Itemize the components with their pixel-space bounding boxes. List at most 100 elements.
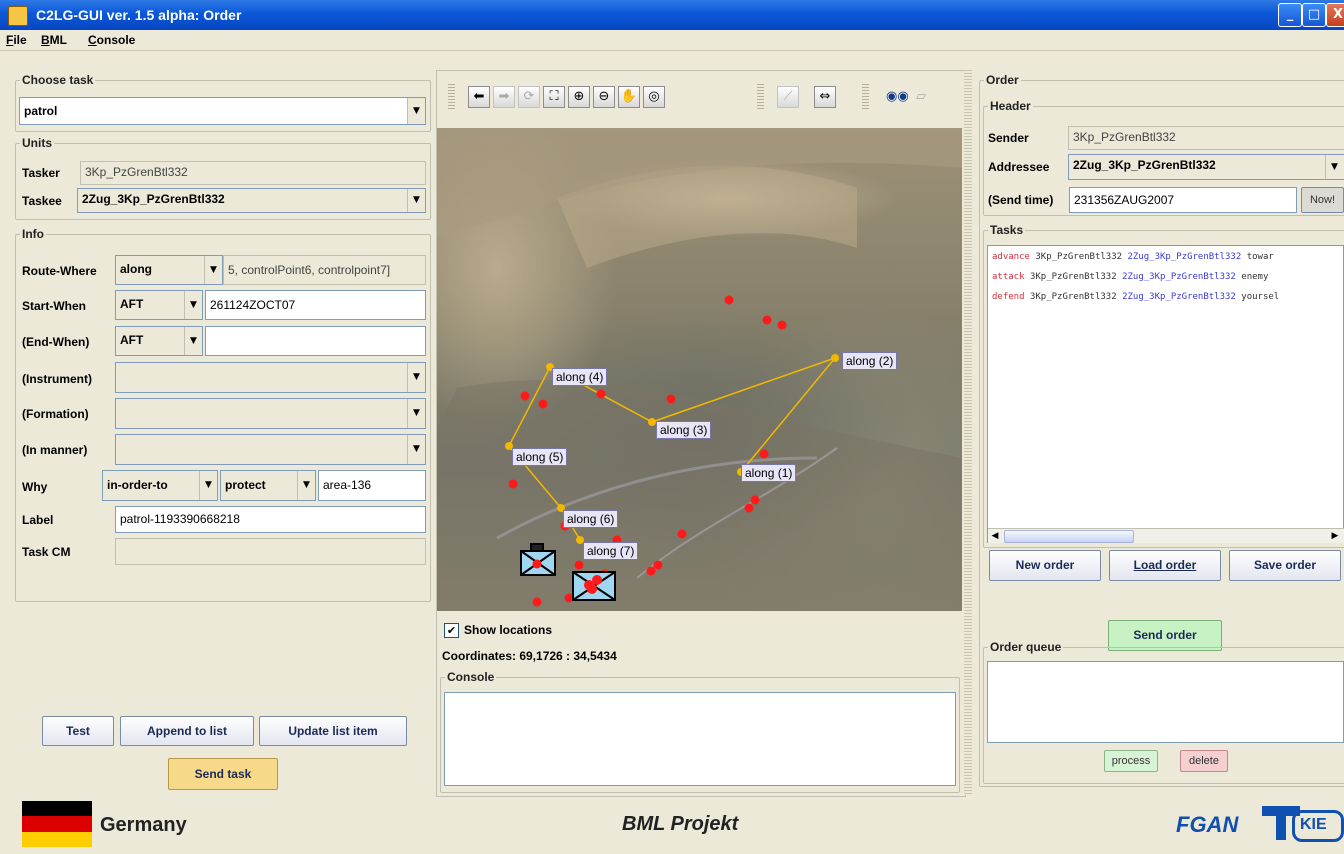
start-when-select[interactable]: AFT ▼ [115, 290, 203, 320]
start-when-select-value: AFT [120, 297, 144, 311]
order-queue-title: Order queue [988, 640, 1064, 654]
end-when-select[interactable]: AFT ▼ [115, 326, 203, 356]
scrollbar-thumb[interactable] [1004, 530, 1134, 543]
taskee-select[interactable]: 2Zug_3Kp_PzGrenBtl332 ▼ [77, 188, 426, 213]
why-select-2[interactable]: protect ▼ [220, 470, 316, 501]
send-task-button[interactable]: Send task [168, 758, 278, 790]
addressee-label: Addressee [988, 160, 1050, 174]
task-cm-field[interactable] [115, 538, 426, 565]
back-arrow-icon[interactable]: ⬅ [468, 86, 490, 108]
chevron-down-icon[interactable]: ▼ [199, 471, 217, 500]
toolbar-grip[interactable] [448, 84, 455, 110]
map-label-along-6[interactable]: along (6) [563, 510, 619, 528]
route-where-select-value: along [120, 262, 152, 276]
task-tasker: 3Kp_PzGrenBtl332 [1035, 252, 1123, 262]
map-label-along-4[interactable]: along (4) [552, 368, 608, 386]
chevron-down-icon[interactable]: ▼ [407, 363, 425, 392]
minimize-icon[interactable]: _ [1278, 3, 1302, 27]
maximize-icon[interactable]: □ [1302, 3, 1326, 27]
process-button[interactable]: process [1104, 750, 1158, 772]
why-select-1[interactable]: in-order-to ▼ [102, 470, 218, 501]
update-list-item-button[interactable]: Update list item [259, 716, 407, 746]
menu-console[interactable]: Console [88, 33, 135, 47]
zoom-in-icon[interactable]: ⊕ [568, 86, 590, 108]
task-select[interactable]: patrol ▼ [19, 97, 426, 125]
append-to-list-button[interactable]: Append to list [120, 716, 254, 746]
route-where-select[interactable]: along ▼ [115, 255, 223, 285]
addressee-select[interactable]: 2Zug_3Kp_PzGrenBtl332 ▼ [1068, 154, 1344, 180]
route-where-field[interactable]: 5, controlPoint6, controlpoint7] [223, 255, 426, 285]
why-field[interactable]: area-136 [318, 470, 426, 501]
sender-field: 3Kp_PzGrenBtl332 [1068, 126, 1344, 150]
task-select-value: patrol [24, 104, 58, 118]
save-order-button[interactable]: Save order [1229, 550, 1341, 581]
list-item[interactable]: attack 3Kp_PzGrenBtl332 2Zug_3Kp_PzGrenB… [992, 272, 1268, 282]
scroll-left-icon[interactable]: ◀ [988, 529, 1002, 543]
toolbar-grip[interactable] [862, 84, 869, 110]
in-manner-select[interactable]: ▼ [115, 434, 426, 465]
horizontal-scrollbar[interactable]: ◀ ▶ [988, 528, 1344, 543]
map-label-along-5[interactable]: along (5) [512, 448, 568, 466]
tasker-label: Tasker [22, 166, 60, 180]
menu-bar: File BML Console [0, 30, 1344, 51]
app-icon [8, 6, 28, 26]
chevron-down-icon[interactable]: ▼ [1325, 155, 1343, 179]
map-label-along-1[interactable]: along (1) [741, 464, 797, 482]
menu-bml[interactable]: BML [41, 33, 67, 47]
instrument-select[interactable]: ▼ [115, 362, 426, 393]
menu-file[interactable]: File [6, 33, 27, 47]
close-icon[interactable]: X [1326, 3, 1344, 27]
delete-button[interactable]: delete [1180, 750, 1228, 772]
new-order-button[interactable]: New order [989, 550, 1101, 581]
show-locations-checkbox[interactable]: ✔ [444, 623, 459, 638]
chevron-down-icon[interactable]: ▼ [407, 98, 425, 124]
eraser-icon: ▱ [916, 89, 926, 104]
refresh-icon: ⟳ [518, 86, 540, 108]
measure-icon: ⟋ [777, 86, 799, 108]
scroll-right-icon[interactable]: ▶ [1328, 529, 1342, 543]
zoom-out-icon[interactable]: ⊖ [593, 86, 615, 108]
task-taskee: 2Zug_3Kp_PzGrenBtl332 [1122, 292, 1236, 302]
map-label-along-2[interactable]: along (2) [842, 352, 898, 370]
chevron-down-icon[interactable]: ▼ [184, 327, 202, 355]
end-when-select-value: AFT [120, 333, 144, 347]
chevron-down-icon[interactable]: ▼ [407, 435, 425, 464]
end-when-label: (End-When) [22, 335, 90, 349]
binoculars-icon[interactable]: ◉◉ [885, 86, 909, 108]
chevron-down-icon[interactable]: ▼ [204, 256, 222, 284]
formation-select[interactable]: ▼ [115, 398, 426, 429]
order-queue-list[interactable] [987, 661, 1344, 743]
choose-task-title: Choose task [20, 73, 96, 87]
tasks-list[interactable] [987, 245, 1344, 543]
start-when-field[interactable]: 261124ZOCT07 [205, 290, 426, 320]
send-time-field[interactable]: 231356ZAUG2007 [1069, 187, 1297, 213]
kie-logo-text: KIE [1300, 816, 1327, 833]
tasker-field: 3Kp_PzGrenBtl332 [80, 161, 426, 185]
chevron-down-icon[interactable]: ▼ [184, 291, 202, 319]
route-where-label: Route-Where [22, 264, 97, 278]
satellite-map[interactable]: along (1) along (2) along (3) along (4) … [437, 128, 962, 611]
label-field[interactable]: patrol-1193390668218 [115, 506, 426, 533]
splitter-handle[interactable] [964, 70, 972, 795]
coordinates-readout: Coordinates: 69,1726 : 34,5434 [442, 649, 617, 663]
console-textarea[interactable] [444, 692, 956, 786]
map-label-along-3[interactable]: along (3) [656, 421, 712, 439]
select-icon[interactable]: ◎ [643, 86, 665, 108]
title-bar: C2LG-GUI ver. 1.5 alpha: Order _ □ X [0, 0, 1344, 30]
zoom-full-icon[interactable]: ⛶ [543, 86, 565, 108]
test-button[interactable]: Test [42, 716, 114, 746]
chevron-down-icon[interactable]: ▼ [407, 189, 425, 212]
now-button[interactable]: Now! [1301, 187, 1344, 213]
map-label-along-7[interactable]: along (7) [583, 542, 639, 560]
order-title: Order [984, 73, 1021, 87]
hand-pan-icon[interactable]: ✋ [618, 86, 640, 108]
list-item[interactable]: advance 3Kp_PzGrenBtl332 2Zug_3Kp_PzGren… [992, 252, 1274, 262]
chevron-down-icon[interactable]: ▼ [297, 471, 315, 500]
chevron-down-icon[interactable]: ▼ [407, 399, 425, 428]
end-when-field[interactable] [205, 326, 426, 356]
country-label: Germany [100, 814, 187, 836]
toolbar-grip[interactable] [757, 84, 764, 110]
ruler-icon[interactable]: ⇔ [814, 86, 836, 108]
load-order-button[interactable]: Load order [1109, 550, 1221, 581]
list-item[interactable]: defend 3Kp_PzGrenBtl332 2Zug_3Kp_PzGrenB… [992, 292, 1279, 302]
